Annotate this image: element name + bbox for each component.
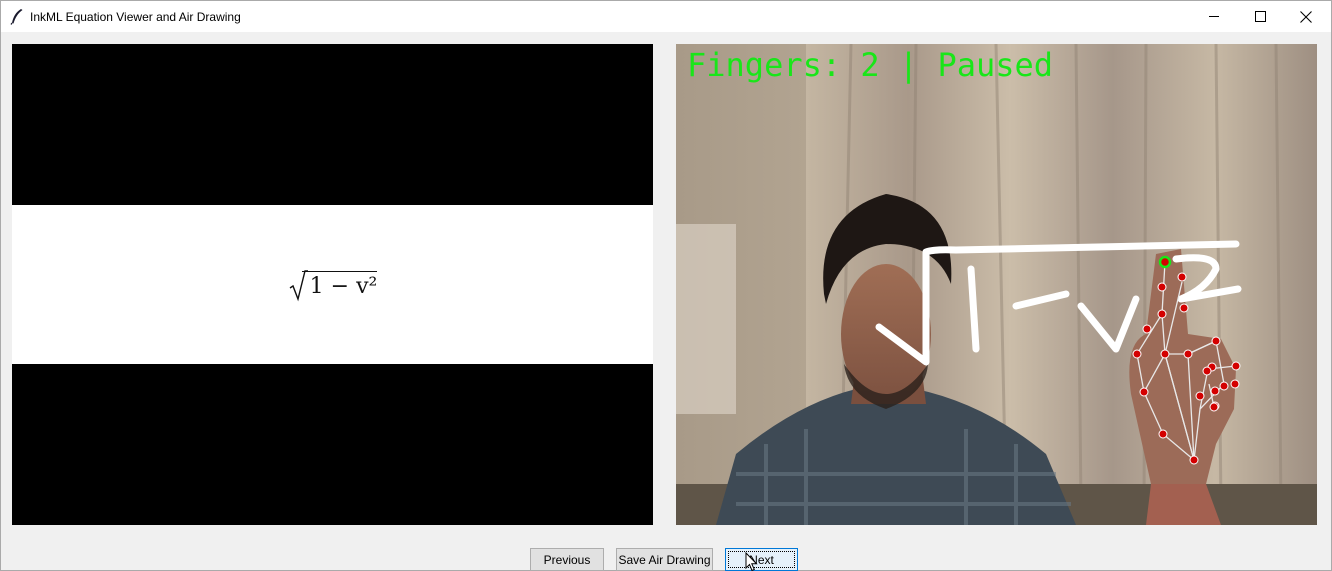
equation-text: 1 − v² [301,270,378,299]
camera-feed-panel: Fingers: 2 | Paused [676,44,1317,525]
drawing-digit-one [967,265,980,353]
close-button[interactable] [1283,1,1329,32]
minimize-button[interactable] [1191,1,1237,32]
equation-display: 1 − v² [12,205,653,364]
camera-frame [676,44,1317,525]
active-fingertip-marker [1158,255,1172,269]
next-button[interactable]: Next [725,548,798,571]
maximize-button[interactable] [1237,1,1283,32]
save-air-drawing-button[interactable]: Save Air Drawing [616,548,713,571]
finger-status-text: Fingers: 2 | Paused [687,46,1054,84]
window-frame [676,224,736,414]
equation-viewer-panel: 1 − v² [12,44,653,525]
maximize-icon [1254,11,1266,22]
mouse-cursor-icon [745,552,758,571]
feather-icon [10,9,23,25]
app-window: InkML Equation Viewer and Air Drawing 1 … [0,0,1332,571]
title-bar[interactable]: InkML Equation Viewer and Air Drawing [1,1,1331,32]
close-icon [1300,10,1312,23]
equation-render-area: 1 − v² [12,205,653,364]
minimize-icon [1208,16,1219,17]
previous-button[interactable]: Previous [530,548,604,571]
window-title: InkML Equation Viewer and Air Drawing [30,10,241,24]
